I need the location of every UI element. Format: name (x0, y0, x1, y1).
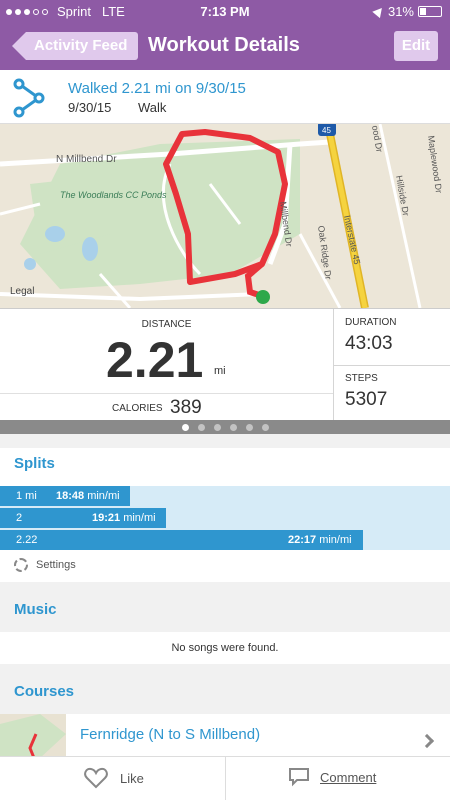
map-label: Maplewood Dr (426, 135, 444, 194)
steps-value: 5307 (345, 389, 388, 410)
distance-value: 2.21 (106, 332, 204, 388)
route-icon (13, 78, 45, 118)
page-dot[interactable] (229, 423, 237, 431)
split-distance: 2 (16, 512, 23, 524)
page-indicator[interactable] (0, 420, 450, 434)
comment-button[interactable]: Comment (288, 767, 376, 787)
page-dot[interactable] (245, 423, 253, 431)
workout-title[interactable]: Walked 2.21 mi on 9/30/15 (68, 80, 246, 97)
settings-label: Settings (36, 559, 76, 571)
steps-label: STEPS (345, 373, 378, 384)
split-pace: 22:17 min/mi (288, 534, 352, 546)
location-arrow-icon (372, 4, 386, 19)
status-bar: Sprint LTE 7:13 PM 31% (0, 0, 450, 22)
divider (225, 757, 226, 800)
page-dot[interactable] (197, 423, 205, 431)
map-label: Oak Ridge Dr (316, 225, 333, 280)
split-distance: 1 mi (16, 490, 37, 502)
map-label: Interstate 45 (342, 214, 362, 265)
heart-icon (84, 767, 108, 789)
splits-title: Splits (14, 455, 55, 472)
like-label: Like (120, 770, 144, 786)
split-row: 1 mi 18:48 min/mi (0, 486, 130, 506)
page-dot[interactable] (213, 423, 221, 431)
calories-value: 389 (170, 397, 202, 418)
divider (0, 393, 333, 394)
split-pace: 18:48 min/mi (56, 490, 120, 502)
courses-title: Courses (14, 683, 75, 700)
course-name: Fernridge (N to S Millbend) (80, 726, 261, 743)
course-item[interactable]: Fernridge (N to S Millbend) (0, 714, 450, 758)
course-map-thumbnail (0, 714, 66, 758)
music-empty-text: No songs were found. (171, 642, 279, 654)
bottom-action-bar: Like Comment (0, 756, 450, 800)
edit-button[interactable]: Edit (394, 31, 438, 61)
map-legal-link[interactable]: Legal (10, 286, 34, 297)
comment-label: Comment (320, 769, 377, 785)
page-dot[interactable] (181, 423, 189, 431)
comment-icon (289, 768, 309, 787)
divider (333, 365, 450, 366)
page-dot[interactable] (261, 423, 269, 431)
map-label: ood Dr (370, 125, 385, 153)
app-header: Sprint LTE 7:13 PM 31% Activity Feed Wor… (0, 0, 450, 70)
gear-icon (14, 558, 28, 572)
battery-icon (418, 6, 442, 17)
workout-date: 9/30/15 (68, 100, 112, 115)
music-header-band (0, 582, 450, 632)
workout-summary: Walked 2.21 mi on 9/30/15 9/30/15 Walk (0, 70, 450, 124)
duration-label: DURATION (345, 317, 397, 328)
distance-label: DISTANCE (141, 319, 192, 330)
route-map[interactable]: N Millbend Dr The Woodlands CC Ponds Mil… (0, 124, 450, 308)
chevron-right-icon (419, 733, 435, 749)
splits-chart: 1 mi 18:48 min/mi 2 19:21 min/mi 2.22 22… (0, 486, 450, 550)
back-button[interactable]: Activity Feed (12, 32, 138, 60)
battery-percent: 31% (387, 4, 414, 19)
map-label: N Millbend Dr (56, 154, 117, 165)
music-title: Music (14, 601, 57, 618)
map-label: Hillside Dr (394, 175, 411, 217)
split-row: 2 19:21 min/mi (0, 508, 166, 528)
split-pace: 19:21 min/mi (92, 512, 156, 524)
splits-settings-button[interactable]: Settings (14, 558, 76, 572)
map-label: The Woodlands CC Ponds (60, 190, 167, 200)
workout-type: Walk (138, 100, 167, 115)
section-spacer (0, 434, 450, 448)
split-row: 2.22 22:17 min/mi (0, 530, 363, 550)
calories-label: CALORIES (112, 403, 163, 414)
split-distance: 2.22 (16, 534, 38, 546)
stats-panel: DISTANCE 2.21 mi CALORIES 389 DURATION 4… (0, 308, 450, 421)
page-title: Workout Details (148, 34, 300, 56)
like-button[interactable]: Like (84, 767, 144, 789)
distance-unit: mi (214, 365, 226, 377)
map-label: Millbend Dr (278, 201, 294, 247)
duration-value: 43:03 (345, 333, 393, 354)
map-label: 45 (322, 126, 331, 135)
map-labels: N Millbend Dr The Woodlands CC Ponds Mil… (56, 125, 444, 281)
